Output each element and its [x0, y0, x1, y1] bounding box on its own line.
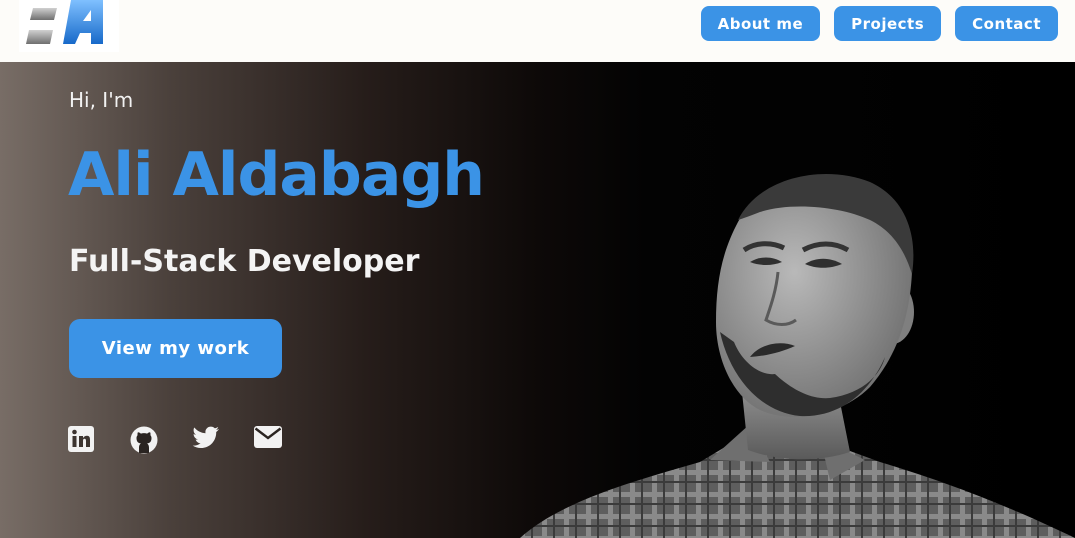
main-nav: About me Projects Contact — [700, 6, 1058, 41]
nav-projects-button[interactable]: Projects — [834, 6, 942, 41]
hero-role: Full-Stack Developer — [69, 244, 420, 279]
top-navbar: A About me Projects Contact — [0, 0, 1075, 62]
nav-contact-button[interactable]: Contact — [955, 6, 1058, 41]
hero-name: Ali Aldabagh — [68, 140, 485, 210]
site-logo[interactable]: A — [19, 0, 119, 52]
profile-photo — [520, 173, 1075, 538]
nav-about-button[interactable]: About me — [700, 6, 821, 41]
mail-icon[interactable] — [254, 426, 282, 454]
linkedin-icon[interactable] — [68, 426, 96, 454]
twitter-icon[interactable] — [192, 426, 220, 454]
logo-mark-icon: A — [26, 0, 103, 47]
view-work-button[interactable]: View my work — [69, 319, 282, 378]
hero-section: Hi, I'm Ali Aldabagh Full-Stack Develope… — [0, 62, 1075, 538]
hero-greeting: Hi, I'm — [69, 88, 134, 112]
github-icon[interactable] — [130, 426, 158, 454]
logo-text: A — [81, 44, 82, 47]
social-links — [68, 426, 282, 454]
